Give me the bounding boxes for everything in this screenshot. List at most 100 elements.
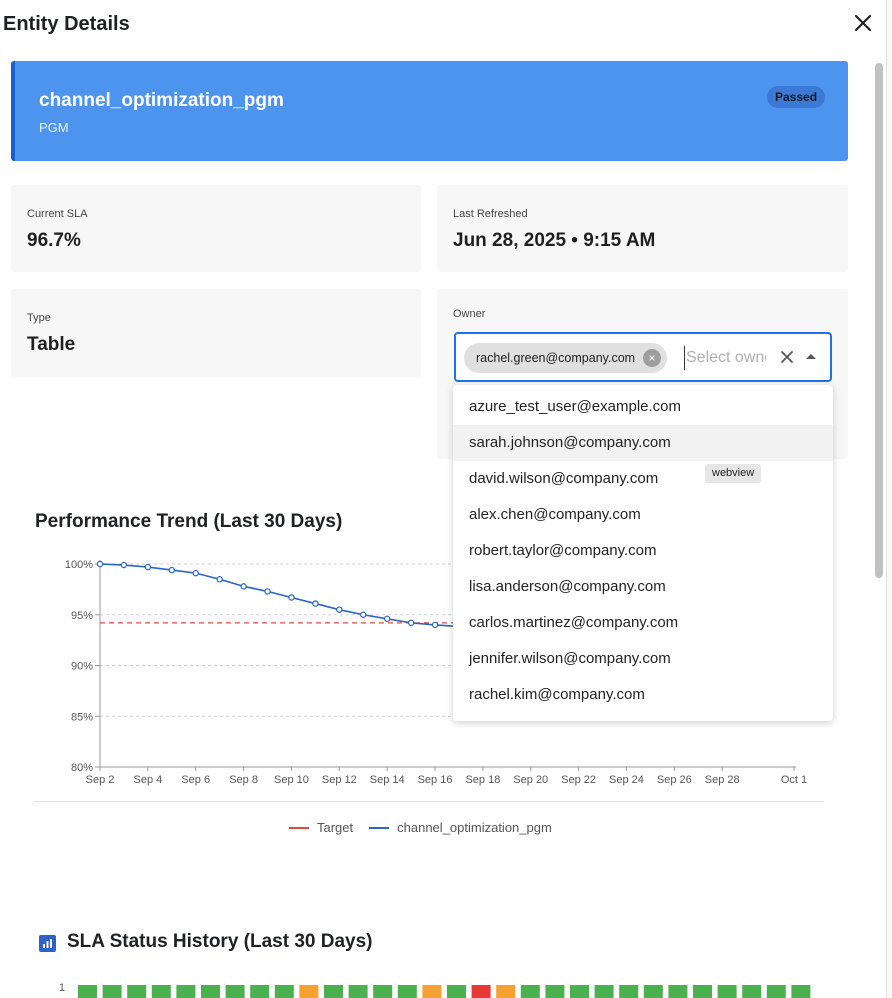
owner-option[interactable]: rachel.kim@company.com — [453, 677, 833, 713]
performance-chart-title: Performance Trend (Last 30 Days) — [35, 511, 343, 532]
chart-legend: Target channel_optimization_pgm — [289, 820, 568, 835]
type-label: Type — [27, 312, 51, 324]
data-point — [216, 576, 223, 583]
x-tick-label: Sep 26 — [657, 774, 692, 786]
clear-icon[interactable] — [778, 348, 796, 366]
legend-label-series: channel_optimization_pgm — [397, 820, 552, 835]
history-day-bar[interactable] — [742, 985, 762, 998]
y-tick-label: 85% — [71, 711, 93, 723]
scrollbar-thumb[interactable] — [875, 63, 883, 578]
history-day-bar[interactable] — [668, 985, 688, 998]
x-tick-label: Sep 2 — [86, 774, 115, 786]
x-tick-label: Sep 8 — [229, 774, 258, 786]
legend-item-series[interactable]: channel_optimization_pgm — [369, 820, 552, 835]
y-tick-label: 80% — [71, 762, 93, 774]
owner-option[interactable]: carlos.martinez@company.com — [453, 605, 833, 641]
owner-chip-label: rachel.green@company.com — [476, 351, 636, 365]
owner-option[interactable]: azure_test_user@example.com — [453, 389, 833, 425]
history-day-bar[interactable] — [717, 985, 737, 998]
legend-label-target: Target — [317, 820, 354, 835]
type-card: Type Table — [11, 289, 421, 377]
legend-swatch-target — [289, 826, 309, 829]
data-point — [120, 561, 128, 569]
history-day-bar[interactable] — [348, 985, 368, 998]
owner-option[interactable]: sarah.johnson@company.com — [453, 425, 833, 461]
status-badge: Passed — [767, 86, 826, 108]
type-value: Table — [27, 334, 76, 355]
history-day-bar[interactable] — [102, 985, 122, 998]
collapse-arrow-icon[interactable] — [806, 354, 816, 359]
owner-option[interactable]: jennifer.wilson@company.com — [453, 641, 833, 677]
data-point — [240, 583, 247, 590]
data-point — [144, 563, 152, 571]
owner-search-input[interactable] — [684, 346, 766, 370]
x-tick-label: Oct 1 — [781, 774, 807, 786]
series-line — [99, 563, 467, 628]
history-day-bar[interactable] — [151, 985, 171, 998]
x-tick-label: Sep 24 — [609, 774, 644, 786]
sla-history-svg: 1 — [59, 982, 811, 998]
history-day-bar[interactable] — [373, 985, 393, 998]
y-tick-label: 90% — [71, 661, 93, 673]
data-point — [360, 611, 367, 618]
history-day-bar[interactable] — [766, 985, 786, 998]
history-day-bar[interactable] — [176, 985, 196, 998]
entity-name: channel_optimization_pgm — [39, 90, 284, 111]
data-point — [431, 621, 439, 629]
x-tick-label: Sep 28 — [705, 774, 740, 786]
history-day-bar[interactable] — [324, 985, 343, 998]
history-day-bar[interactable] — [274, 985, 294, 998]
history-day-bar[interactable] — [127, 985, 147, 998]
history-day-bar[interactable] — [397, 985, 417, 998]
history-day-bar[interactable] — [520, 985, 540, 998]
history-day-bar[interactable] — [471, 985, 491, 998]
history-day-bar[interactable] — [570, 985, 589, 998]
x-tick-label: Sep 10 — [274, 774, 309, 786]
history-day-bar[interactable] — [225, 985, 245, 998]
owner-option[interactable]: lisa.anderson@company.com — [453, 569, 833, 605]
owner-dropdown-menu: azure_test_user@example.com sarah.johnson… — [453, 385, 833, 721]
history-day-bar[interactable] — [791, 985, 811, 998]
x-tick-label: Sep 22 — [561, 774, 596, 786]
current-sla-card: Current SLA 96.7% — [11, 185, 421, 272]
owner-option[interactable]: alex.chen@company.com — [453, 497, 833, 533]
data-point — [383, 615, 391, 623]
x-tick-label: Sep 12 — [322, 774, 357, 786]
history-day-bar[interactable] — [299, 985, 319, 998]
history-day-bar[interactable] — [496, 985, 516, 998]
data-point — [336, 606, 343, 613]
x-tick-label: Sep 18 — [465, 774, 500, 786]
owner-option[interactable]: david.wilson@company.com — [453, 461, 833, 497]
x-tick-label: Sep 14 — [370, 774, 405, 786]
data-point — [312, 600, 319, 607]
history-day-bar[interactable] — [619, 985, 639, 998]
owner-option[interactable]: robert.taylor@company.com — [453, 533, 833, 569]
last-refreshed-label: Last Refreshed — [453, 208, 528, 220]
x-tick-label: Sep 4 — [133, 774, 162, 786]
history-day-bar[interactable] — [201, 985, 220, 998]
legend-item-target[interactable]: Target — [289, 820, 353, 835]
data-point — [192, 569, 199, 577]
history-day-bar[interactable] — [693, 985, 712, 998]
last-refreshed-card: Last Refreshed Jun 28, 2025 • 9:15 AM — [437, 185, 848, 272]
current-sla-value: 96.7% — [27, 230, 81, 251]
sla-history-chart: 1 — [55, 978, 825, 998]
history-day-bar[interactable] — [422, 985, 442, 998]
history-y-label: 1 — [59, 982, 65, 994]
history-day-bar[interactable] — [545, 985, 565, 998]
history-day-bar[interactable] — [594, 985, 614, 998]
close-icon[interactable] — [852, 12, 874, 34]
remove-chip-icon[interactable]: × — [643, 349, 662, 367]
history-day-bar[interactable] — [250, 985, 270, 998]
history-day-bar[interactable] — [447, 985, 466, 998]
history-day-bar[interactable] — [78, 985, 97, 998]
current-sla-label: Current SLA — [27, 208, 88, 220]
window-edge — [886, 0, 892, 998]
last-refreshed-value: Jun 28, 2025 • 9:15 AM — [453, 230, 656, 251]
x-tick-label: Sep 16 — [418, 774, 453, 786]
data-point — [264, 588, 271, 595]
data-point — [288, 594, 295, 601]
x-tick-label: Sep 20 — [513, 774, 548, 786]
history-day-bar[interactable] — [643, 985, 663, 998]
owner-select[interactable]: rachel.green@company.com × — [454, 332, 832, 382]
